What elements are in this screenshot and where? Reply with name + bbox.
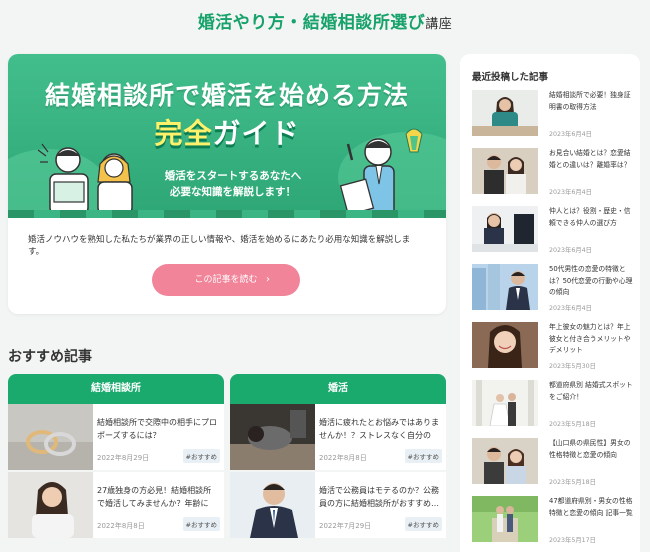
recommend-item-date: 2022年8月8日 — [319, 454, 367, 462]
recent-post-date: 2023年5月18日 — [549, 479, 596, 486]
recent-post-title: 50代男性の恋愛の特徴とは？50代恋愛の行動や心理の傾向 — [549, 265, 633, 296]
advisor-man-illustration — [339, 128, 423, 217]
read-article-button-label: この記事を読む — [194, 275, 258, 285]
recent-post-title: 【山口県の県民性】男女の性格特徴と恋愛の傾向 — [549, 439, 631, 459]
woman-desk-thumbnail — [472, 90, 538, 136]
recommend-item-tag[interactable]: #おすすめ — [182, 517, 220, 531]
recent-post-title: 都道府県別 結婚式スポットをご紹介！ — [549, 381, 633, 401]
wedding-thumbnail — [472, 380, 538, 426]
recent-post-date: 2023年6月4日 — [549, 305, 592, 312]
recommend-item-title: 婚活に疲れたとお悩みではありませんか！？ストレスなく自分のペ… — [319, 418, 439, 440]
couple-outdoor-thumbnail — [472, 438, 538, 484]
recent-post-date: 2023年6月4日 — [549, 189, 592, 196]
featured-article-banner[interactable]: 結婚相談所で婚活を始める方法 完全ガイド 婚活をスタートするあなたへ 必要な知識… — [8, 54, 446, 218]
recent-post-date: 2023年5月30日 — [549, 363, 596, 370]
site-title-main: 婚活やり方・結婚相談所選び — [197, 13, 426, 33]
recommend-item-tag[interactable]: #おすすめ — [404, 517, 442, 531]
recent-post-date: 2023年5月17日 — [549, 537, 596, 544]
site-title[interactable]: 婚活やり方・結婚相談所選び講座 — [0, 8, 650, 33]
recommend-heading: おすすめ記事 — [8, 349, 92, 365]
recent-post-title: 年上彼女の魅力とは？年上彼女と付き合うメリットやデメリット — [549, 323, 631, 354]
recommend-item[interactable]: 婚活に疲れたとお悩みではありませんか！？ストレスなく自分のペ… 2022年8月8… — [230, 404, 446, 470]
banner-guide-rest: ガイド — [212, 117, 300, 150]
recent-post-title: お見合い結婚とは？恋愛結婚との違いは？離婚率は？ — [549, 149, 631, 169]
recommend-item-tag[interactable]: #おすすめ — [182, 449, 220, 463]
recent-post-title: 仲人とは？役割・歴史・信頼できる仲人の選び方 — [549, 207, 631, 227]
recent-post-item[interactable]: お見合い結婚とは？恋愛結婚との違いは？離婚率は？ 2023年6月4日 — [472, 148, 632, 204]
recent-post-item[interactable]: 都道府県別 結婚式スポットをご紹介！ 2023年5月18日 — [472, 380, 633, 436]
category-tab-konkatsu[interactable]: 婚活 — [230, 374, 446, 404]
recent-post-date: 2023年6月4日 — [549, 131, 592, 138]
recent-post-title: 47都道府県別・男女の性格特徴と恋愛の傾向 記事一覧 — [549, 497, 633, 517]
featured-article-description: 婚活ノウハウを熟知した私たちが業界の正しい情報や、婚活を始めるにあたり必用な知識… — [28, 235, 411, 257]
woman-phone-thumbnail — [8, 472, 93, 538]
recommend-item[interactable]: 婚活で公務員はモテるのか？公務員の方に結婚相談所がおすすめ… 2022年7月29… — [230, 472, 446, 538]
recommend-item-title: 婚活で公務員はモテるのか？公務員の方に結婚相談所がおすすめ… — [319, 486, 439, 508]
banner-headline: 結婚相談所で婚活を始める方法 — [44, 81, 409, 110]
smiling-woman-thumbnail — [472, 322, 538, 368]
rings-thumbnail — [8, 404, 93, 470]
recent-post-item[interactable]: 年上彼女の魅力とは？年上彼女と付き合うメリットやデメリット 2023年5月30日 — [472, 322, 632, 378]
recent-post-title: 結婚相談所で必要！独身証明書の取得方法 — [549, 91, 631, 111]
couple-walking-thumbnail — [472, 496, 538, 542]
tired-person-thumbnail — [230, 404, 315, 470]
man-buildings-thumbnail — [472, 264, 538, 310]
recommend-item-tag[interactable]: #おすすめ — [404, 449, 442, 463]
recent-post-item[interactable]: 47都道府県別・男女の性格特徴と恋愛の傾向 記事一覧 2023年5月17日 — [472, 496, 633, 552]
read-article-button[interactable]: この記事を読む › — [152, 264, 300, 296]
recommend-item-date: 2022年7月29日 — [319, 522, 372, 530]
recommend-item-title: 結婚相談所で交際中の相手にプロポーズするには？ — [97, 418, 217, 440]
banner-highlight: 完全 — [154, 117, 213, 150]
recommend-item-title: 27歳独身の方必見！結婚相談所で婚活してみませんか？年齢に合… — [97, 486, 212, 508]
recent-post-item[interactable]: 【山口県の県民性】男女の性格特徴と恋愛の傾向 2023年5月18日 — [472, 438, 632, 494]
recent-post-date: 2023年5月18日 — [549, 421, 596, 428]
recent-post-item[interactable]: 仲人とは？役割・歴史・信頼できる仲人の選び方 2023年6月4日 — [472, 206, 632, 262]
consultation-thumbnail — [472, 206, 538, 252]
recent-post-item[interactable]: 50代男性の恋愛の特徴とは？50代恋愛の行動や心理の傾向 2023年6月4日 — [472, 264, 632, 320]
recommend-item[interactable]: 結婚相談所で交際中の相手にプロポーズするには？ 2022年8月29日 #おすすめ — [8, 404, 224, 470]
category-column-konkatsu: 婚活 婚活に疲れたとお悩みではありませんか！？ストレスなく自分のペ… 2022年… — [230, 374, 446, 540]
businessman-thumbnail — [230, 472, 315, 538]
banner-subtext-line2: 必要な知識を解説します！ — [170, 186, 296, 198]
recent-posts-heading: 最近投稿した記事 — [472, 72, 549, 83]
recent-posts-sidebar: 最近投稿した記事 結婚相談所で必要！独身証明書の取得方法 2023年6月4日 お… — [460, 54, 640, 552]
banner-subtext-line1: 婚活をスタートするあなたへ — [164, 170, 302, 182]
couple-laptop-illustration — [37, 143, 133, 215]
site-title-suffix: 講座 — [425, 17, 453, 32]
chevron-right-icon: › — [266, 274, 270, 285]
recommend-item[interactable]: 27歳独身の方必見！結婚相談所で婚活してみませんか？年齢に合… 2022年8月8… — [8, 472, 224, 538]
category-tab-marriage-agency[interactable]: 結婚相談所 — [8, 374, 224, 404]
recommend-item-date: 2022年8月8日 — [97, 522, 145, 530]
couple-thumbnail — [472, 148, 538, 194]
category-column-marriage-agency: 結婚相談所 結婚相談所で交際中の相手にプロポーズするには？ 2022年8月29日… — [8, 374, 224, 540]
banner-subtext: 婚活をスタートするあなたへ 必要な知識を解説します！ — [158, 168, 308, 200]
recommend-item-date: 2022年8月29日 — [97, 454, 150, 462]
recent-post-item[interactable]: 結婚相談所で必要！独身証明書の取得方法 2023年6月4日 — [472, 90, 632, 146]
recent-post-date: 2023年6月4日 — [549, 247, 592, 254]
